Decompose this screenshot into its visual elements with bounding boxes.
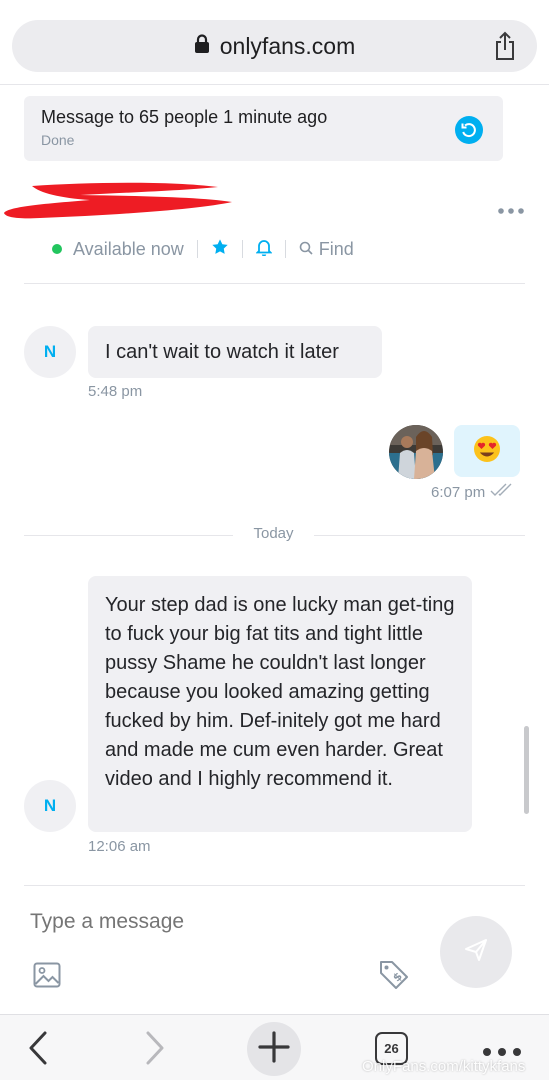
toast-status: Done	[41, 132, 75, 148]
availability-status: Available now	[73, 238, 184, 259]
message-meta: 6:07 pm	[431, 483, 516, 501]
find-label: Find	[318, 238, 354, 259]
clipped-timestamp	[435, 286, 515, 298]
star-icon[interactable]	[211, 238, 229, 261]
more-icon[interactable]	[497, 203, 525, 221]
message-time: 6:07 pm	[431, 483, 486, 501]
new-tab-button[interactable]	[247, 1022, 301, 1076]
divider	[24, 283, 525, 284]
message-time: 12:06 am	[88, 838, 151, 855]
undo-icon[interactable]	[455, 116, 483, 144]
message-bubble: I can't wait to watch it later	[88, 326, 382, 378]
avatar[interactable]: N	[24, 326, 76, 378]
search-icon	[299, 239, 313, 260]
redacted-username	[0, 178, 240, 233]
find-button[interactable]: Find	[299, 239, 354, 260]
double-check-icon	[490, 483, 516, 501]
message-sent-toast: Message to 65 people 1 minute ago Done	[24, 96, 503, 161]
scrollbar[interactable]	[524, 726, 529, 814]
back-icon[interactable]	[28, 1030, 48, 1071]
bell-icon[interactable]	[255, 238, 273, 261]
lock-icon	[194, 33, 210, 59]
address-bar[interactable]: onlyfans.com	[12, 20, 537, 72]
price-tag-icon[interactable]: $	[378, 960, 410, 995]
avatar[interactable]: N	[24, 780, 76, 832]
chat-header-status: Available now Find	[52, 236, 354, 262]
message-bubble-outgoing	[454, 425, 520, 477]
send-icon	[463, 937, 489, 968]
divider	[0, 84, 549, 85]
divider	[24, 885, 525, 886]
url-text: onlyfans.com	[219, 32, 356, 59]
toast-title: Message to 65 people 1 minute ago	[41, 107, 328, 127]
forward-icon[interactable]	[145, 1030, 165, 1071]
emoji	[473, 435, 501, 468]
message-input[interactable]	[30, 910, 410, 934]
message-bubble: Your step dad is one lucky man get-ting …	[88, 576, 472, 832]
watermark: OnlyFans.com/kittykfans	[362, 1058, 526, 1075]
avatar[interactable]	[389, 425, 443, 479]
online-indicator	[52, 244, 62, 254]
send-button[interactable]	[440, 916, 512, 988]
image-icon[interactable]	[33, 962, 61, 993]
date-divider: Today	[253, 525, 294, 542]
message-time: 5:48 pm	[88, 383, 143, 400]
share-icon[interactable]	[493, 31, 517, 66]
plus-icon	[257, 1030, 291, 1069]
